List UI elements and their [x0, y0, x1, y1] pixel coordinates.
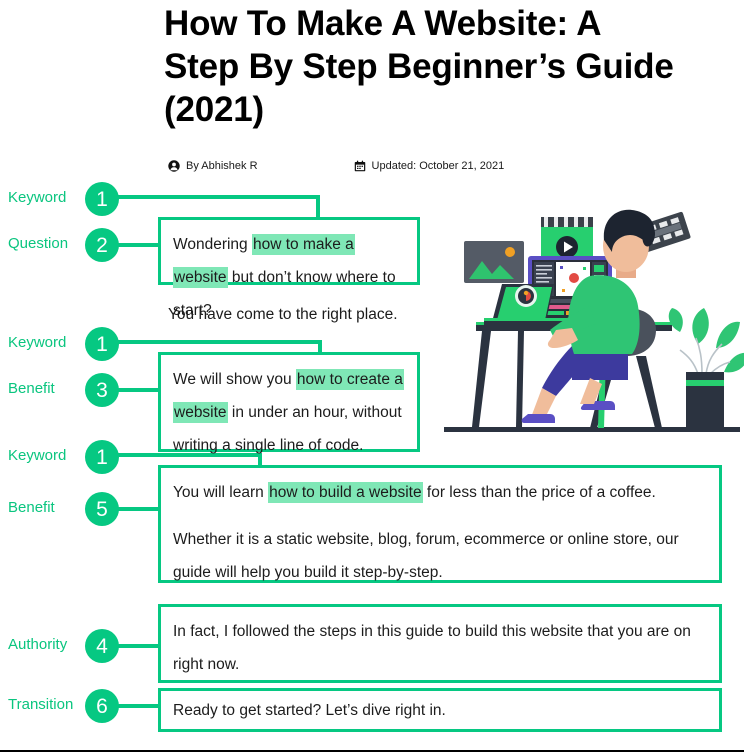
connector-keyword-1 — [116, 195, 320, 199]
connector-keyword-2 — [116, 340, 322, 344]
transition-paragraph: Ready to get started? Let’s dive right i… — [173, 702, 446, 719]
textbox-benefit-two: You will learn how to build a website fo… — [158, 465, 722, 583]
benefit-one-pre: We will show you — [173, 371, 296, 388]
annotation-label-keyword-2: Keyword — [8, 334, 67, 351]
annotation-number-3[interactable]: 3 — [85, 373, 119, 407]
page-title: How To Make A Website: A Step By Step Be… — [164, 4, 674, 129]
benefit-two-paragraph-2: Whether it is a static website, blog, fo… — [173, 531, 679, 581]
annotation-label-transition: Transition — [8, 696, 74, 713]
annotation-label-benefit-2: Benefit — [8, 499, 55, 516]
annotation-number-2[interactable]: 2 — [85, 228, 119, 262]
annotation-number-6[interactable]: 6 — [85, 689, 119, 723]
annotation-number-5[interactable]: 5 — [85, 492, 119, 526]
annotation-number-4[interactable]: 4 — [85, 629, 119, 663]
benefit-two-post: for less than the price of a coffee. — [422, 484, 656, 501]
annotated-article-screenshot: How To Make A Website: A Step By Step Be… — [0, 0, 744, 752]
updated-date: Updated: October 21, 2021 — [371, 159, 505, 172]
byline: By Abhishek R Updated: October 21, 2021 — [168, 160, 504, 172]
byline-date: Updated: October 21, 2021 — [354, 159, 505, 172]
textbox-question: Wondering how to make a website but don’… — [158, 217, 420, 319]
question-pre: Wondering — [173, 236, 252, 253]
person-icon — [168, 160, 180, 172]
annotation-label-benefit-1: Benefit — [8, 380, 55, 397]
annotation-label-question: Question — [8, 235, 69, 252]
textbox-benefit-one: We will show you how to create a website… — [158, 352, 420, 454]
textbox-transition: Ready to get started? Let’s dive right i… — [158, 688, 722, 732]
connector-benefit-3 — [116, 388, 162, 392]
annotation-number-1[interactable]: 1 — [85, 182, 119, 216]
benefit-two-paragraph-1: You will learn how to build a website fo… — [173, 476, 707, 509]
annotation-number-1-b[interactable]: 1 — [85, 327, 119, 361]
authority-paragraph: In fact, I followed the steps in this gu… — [173, 623, 691, 673]
question-paragraph: Wondering how to make a website but don’… — [173, 228, 405, 327]
connector-transition-6 — [116, 704, 162, 708]
connector-benefit-5 — [116, 507, 162, 511]
keyword-highlight-3: how to build a website — [268, 482, 423, 503]
textbox-authority: In fact, I followed the steps in this gu… — [158, 604, 722, 683]
connector-authority-4 — [116, 644, 162, 648]
annotation-number-1-c[interactable]: 1 — [85, 440, 119, 474]
person-at-desk-illustration — [440, 196, 744, 446]
connector-question-2 — [116, 243, 162, 247]
annotation-label-authority: Authority — [8, 636, 68, 653]
author-name: By Abhishek R — [186, 159, 258, 172]
benefit-one-paragraph: We will show you how to create a website… — [173, 363, 405, 462]
byline-author: By Abhishek R — [168, 160, 258, 172]
annotation-label-keyword-3: Keyword — [8, 447, 67, 464]
annotation-label-keyword-1: Keyword — [8, 189, 67, 206]
calendar-icon — [354, 160, 366, 172]
benefit-two-pre: You will learn — [173, 484, 269, 501]
